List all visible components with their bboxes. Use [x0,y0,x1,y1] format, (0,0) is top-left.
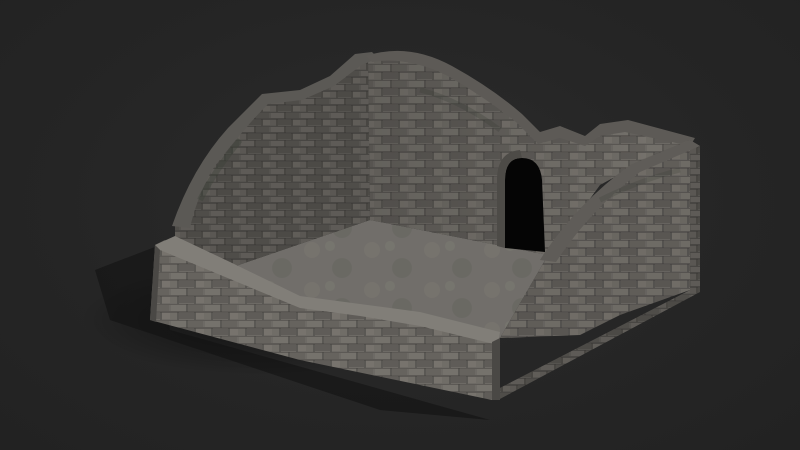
arched-doorway [505,158,545,252]
stone-ruin-model [80,50,700,420]
viewport [0,0,800,450]
